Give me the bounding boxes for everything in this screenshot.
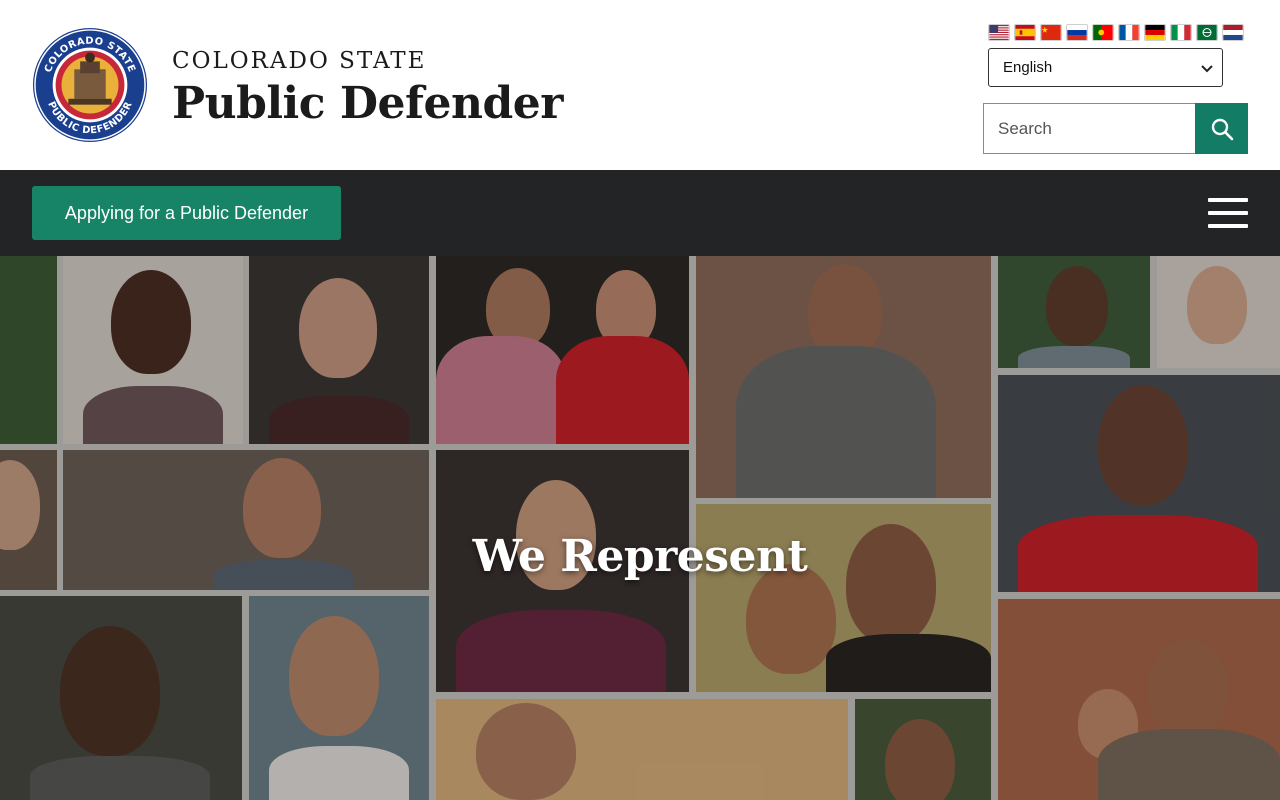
arabic-flag-icon[interactable] [1196,24,1218,41]
russia-flag-icon[interactable] [1066,24,1088,41]
china-flag-icon[interactable] [1040,24,1062,41]
france-flag-icon[interactable] [1118,24,1140,41]
menu-bar-line [1208,198,1248,202]
portugal-flag-icon[interactable] [1092,24,1114,41]
apply-for-public-defender-button[interactable]: Applying for a Public Defender [32,186,341,240]
main-nav-bar: Applying for a Public Defender [0,170,1280,256]
search-input[interactable] [983,103,1195,154]
netherlands-flag-icon[interactable] [1222,24,1244,41]
brand-state-label: COLORADO STATE [172,48,427,74]
search-icon [1211,118,1233,140]
site-search [983,103,1248,154]
brand-agency-name: Public Defender [172,78,563,129]
site-brand[interactable]: COLORADO STATE Public Defender [172,46,563,132]
hero-title: We Represent [472,531,808,582]
menu-bar-line [1208,224,1248,228]
germany-flag-icon[interactable] [1144,24,1166,41]
chevron-down-icon [1201,65,1213,73]
hamburger-menu-icon[interactable] [1204,196,1252,230]
us-flag-icon[interactable] [988,24,1010,41]
spain-flag-icon[interactable] [1014,24,1036,41]
public-defender-seal-logo[interactable]: COLORADO STATE PUBLIC DEFENDER [31,26,149,144]
site-header: COLORADO STATE PUBLIC DEFENDER COLORADO … [0,0,1280,170]
search-button[interactable] [1195,103,1248,154]
language-selected-value: English [1003,59,1053,76]
hero-banner: We Represent [0,256,1280,800]
language-flags [988,24,1244,42]
italy-flag-icon[interactable] [1170,24,1192,41]
menu-bar-line [1208,211,1248,215]
language-select[interactable]: English [988,48,1223,87]
hero-overlay [0,256,1280,800]
